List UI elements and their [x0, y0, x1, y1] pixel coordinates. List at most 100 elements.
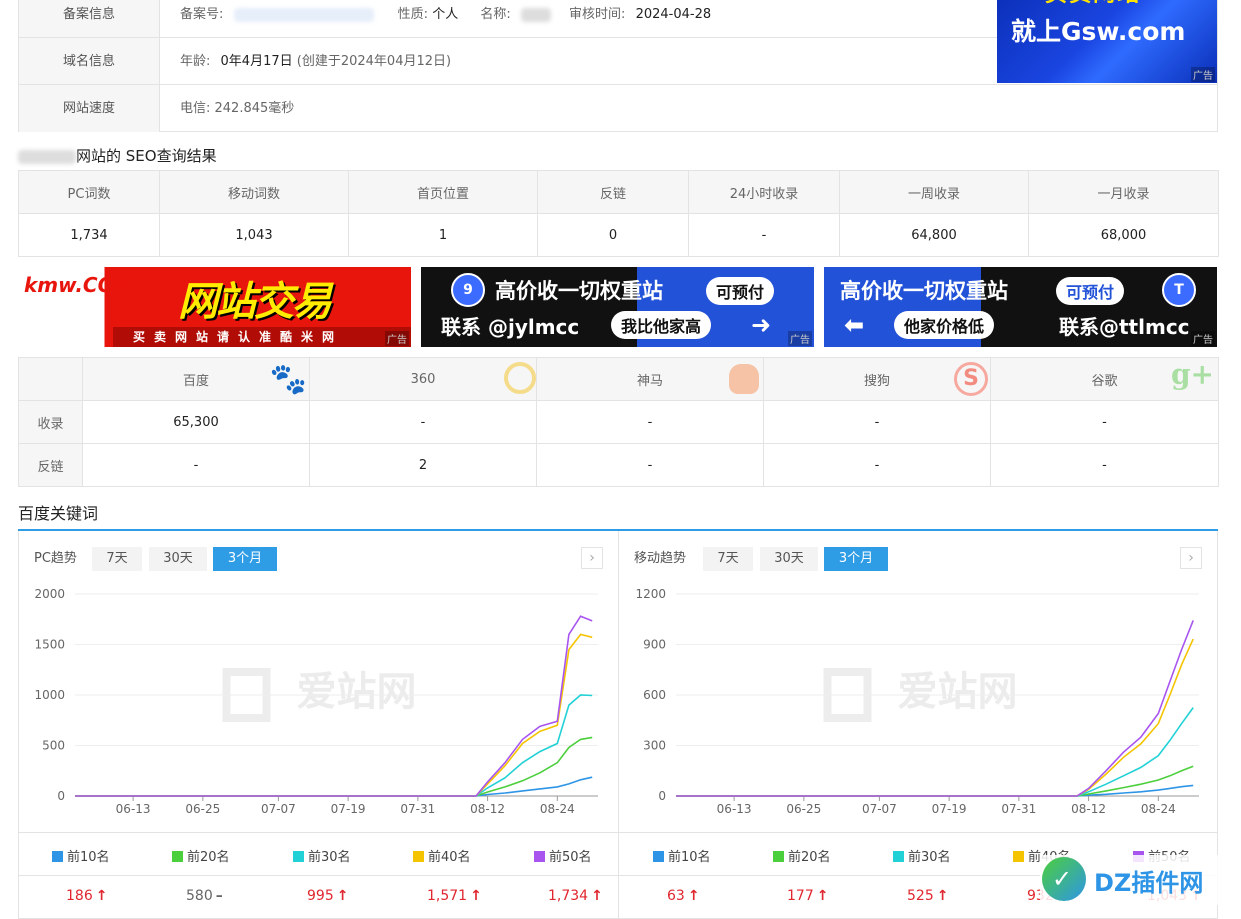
- engines-row-label: 收录: [18, 400, 83, 444]
- pc-legend-item[interactable]: 前50名: [534, 846, 592, 865]
- pc-x-tick: 07-31: [400, 802, 435, 816]
- pc-series-line-1: [75, 776, 593, 797]
- pc-legend-item[interactable]: 前20名: [172, 846, 230, 865]
- engines-cell: -: [309, 400, 537, 444]
- pc-chevron-right-icon[interactable]: ›: [581, 547, 603, 569]
- mobile-y-tick: 600: [643, 688, 666, 702]
- kmw-logo: kmw.COM: [24, 273, 135, 297]
- engines-cell: 65,300: [82, 400, 310, 444]
- pc-legend-item[interactable]: 前40名: [413, 846, 471, 865]
- pc-legend-swatch: [52, 851, 63, 862]
- gsw-ad-banner[interactable]: 买卖网站 就上Gsw.com 广告: [997, 0, 1217, 83]
- mobile-x-tick: 08-24: [1141, 802, 1176, 816]
- age-label: 年龄:: [180, 54, 211, 69]
- mobile-rank-number: 177: [787, 888, 814, 904]
- mobile-watermark: 爱站网: [898, 669, 1018, 715]
- pc-tab-3m[interactable]: 3个月: [213, 547, 277, 571]
- pc-tab-30d[interactable]: 30天: [149, 547, 207, 571]
- mobile-legend-item[interactable]: 前30名: [893, 846, 951, 865]
- pc-x-tick: 06-13: [116, 802, 151, 816]
- ttlmcc-contact: 联系@ttlmcc: [1059, 315, 1190, 339]
- prepay-pill: 可预付: [1056, 277, 1125, 305]
- mobile-x-tick: 06-25: [786, 802, 821, 816]
- arrow-up-icon: ↑: [470, 888, 482, 904]
- mobile-legend-swatch: [653, 851, 664, 862]
- dz-logo-text: DZ插件网: [1094, 869, 1204, 897]
- engine-360-label: 360: [410, 371, 436, 387]
- seo-val-mobile: 1,043: [159, 213, 349, 257]
- engine-google: 谷歌 g+: [990, 357, 1219, 401]
- kmw-ad-banner[interactable]: kmw.COM 网站交易 买卖网站请认准酷米网 广告: [18, 267, 411, 347]
- mobile-tab-7d[interactable]: 7天: [703, 547, 753, 571]
- mobile-legend-item[interactable]: 前10名: [653, 846, 711, 865]
- pc-legend-item[interactable]: 前30名: [293, 846, 351, 865]
- arrow-up-icon: ↑: [936, 888, 949, 904]
- seo-val-backlinks: 0: [537, 213, 689, 257]
- seo-title-text: 网站的 SEO查询结果: [76, 147, 217, 165]
- mobile-legend-item[interactable]: 前20名: [773, 846, 831, 865]
- mobile-trend-title: 移动趋势: [634, 551, 687, 566]
- mobile-x-tick: 07-19: [932, 802, 967, 816]
- engine-shenma: 神马: [536, 357, 764, 401]
- pc-rank-value: 1,734 ↑: [548, 888, 603, 904]
- mobile-rank-value: 525 ↑: [907, 888, 948, 904]
- pc-legend-item[interactable]: 前10名: [52, 846, 110, 865]
- jylmcc-slogan: 我比他家高: [611, 311, 712, 339]
- pc-rank-value: 580–: [186, 888, 223, 904]
- telegram-t-icon: T: [1162, 273, 1196, 307]
- pc-tab-7d[interactable]: 7天: [92, 547, 142, 571]
- mobile-chevron-right-icon[interactable]: ›: [1180, 547, 1202, 569]
- legend-top-line: [18, 832, 1218, 833]
- seo-head-backlinks: 反链: [537, 170, 689, 214]
- name-redacted: [520, 7, 551, 22]
- mobile-tab-30d[interactable]: 30天: [760, 547, 818, 571]
- seo-head-mobile: 移动词数: [159, 170, 349, 214]
- jylmcc-contact: 联系 @jylmcc: [441, 315, 580, 339]
- pc-rank-number: 1,571: [427, 888, 468, 904]
- pc-y-tick: 1500: [34, 638, 65, 652]
- pc-y-tick: 2000: [34, 587, 65, 601]
- ad-tag: 广告: [385, 331, 409, 346]
- speed-label: 网站速度: [19, 85, 160, 132]
- mobile-series-line-2: [676, 765, 1194, 797]
- page: 备案信息 备案号: 性质: 个人 名称: 审核时间: 2024-04-28 域名…: [0, 0, 1241, 919]
- seo-head-week: 一周收录: [839, 170, 1029, 214]
- jylmcc-headline: 高价收一切权重站: [495, 279, 663, 303]
- engine-baidu: 百度 🐾: [82, 357, 310, 401]
- mobile-series-line-3: [676, 707, 1194, 797]
- prepay-pill: 可预付: [706, 277, 775, 305]
- pc-legend-label: 前20名: [187, 850, 230, 865]
- review-label: 审核时间:: [569, 7, 626, 22]
- age-created: (创建于2024年04月12日): [296, 54, 452, 69]
- name-label: 名称:: [480, 7, 511, 22]
- ttlmcc-headline: 高价收一切权重站: [840, 279, 1008, 303]
- engine-google-label: 谷歌: [1091, 373, 1118, 389]
- engines-cell: -: [763, 400, 991, 444]
- speed-row: 网站速度 电信: 242.845毫秒: [19, 85, 1217, 132]
- icp-values: 备案号: 性质: 个人 名称: 审核时间: 2024-04-28: [180, 0, 711, 38]
- mobile-tab-3m[interactable]: 3个月: [824, 547, 888, 571]
- jylmcc-ad-banner[interactable]: 9 高价收一切权重站 可预付 联系 @jylmcc 我比他家高 ➜ 广告: [421, 267, 814, 347]
- pc-x-tick: 07-07: [261, 802, 296, 816]
- ttlmcc-ad-banner[interactable]: 高价收一切权重站 可预付 T ⬅ 他家价格低 联系@ttlmcc 广告: [824, 267, 1217, 347]
- pc-rank-value: 995 ↑: [307, 888, 348, 904]
- pc-legend-label: 前50名: [549, 850, 592, 865]
- review-value: 2024-04-28: [635, 7, 712, 22]
- mobile-rank-number: 525: [907, 888, 934, 904]
- seo-head-month: 一月收录: [1028, 170, 1219, 214]
- google-plus-icon: g+: [1170, 358, 1214, 392]
- mobile-legend-label: 前30名: [908, 850, 951, 865]
- arrow-up-icon: ↑: [95, 888, 108, 904]
- pc-legend-label: 前40名: [428, 850, 471, 865]
- pc-legend-swatch: [293, 851, 304, 862]
- mobile-series-line-4: [676, 638, 1194, 797]
- gsw-ad-line2: 就上Gsw.com: [1011, 17, 1186, 46]
- mobile-series-line-1: [676, 784, 1194, 797]
- pc-rank-value: 186 ↑: [66, 888, 107, 904]
- seo-val-pc: 1,734: [18, 213, 160, 257]
- gsw-ad-line1: 买卖网站: [1045, 0, 1141, 8]
- pc-rank-number: 580: [186, 888, 213, 904]
- mobile-legend-swatch: [773, 851, 784, 862]
- mobile-x-tick: 08-12: [1071, 802, 1106, 816]
- seo-head-24h: 24小时收录: [688, 170, 840, 214]
